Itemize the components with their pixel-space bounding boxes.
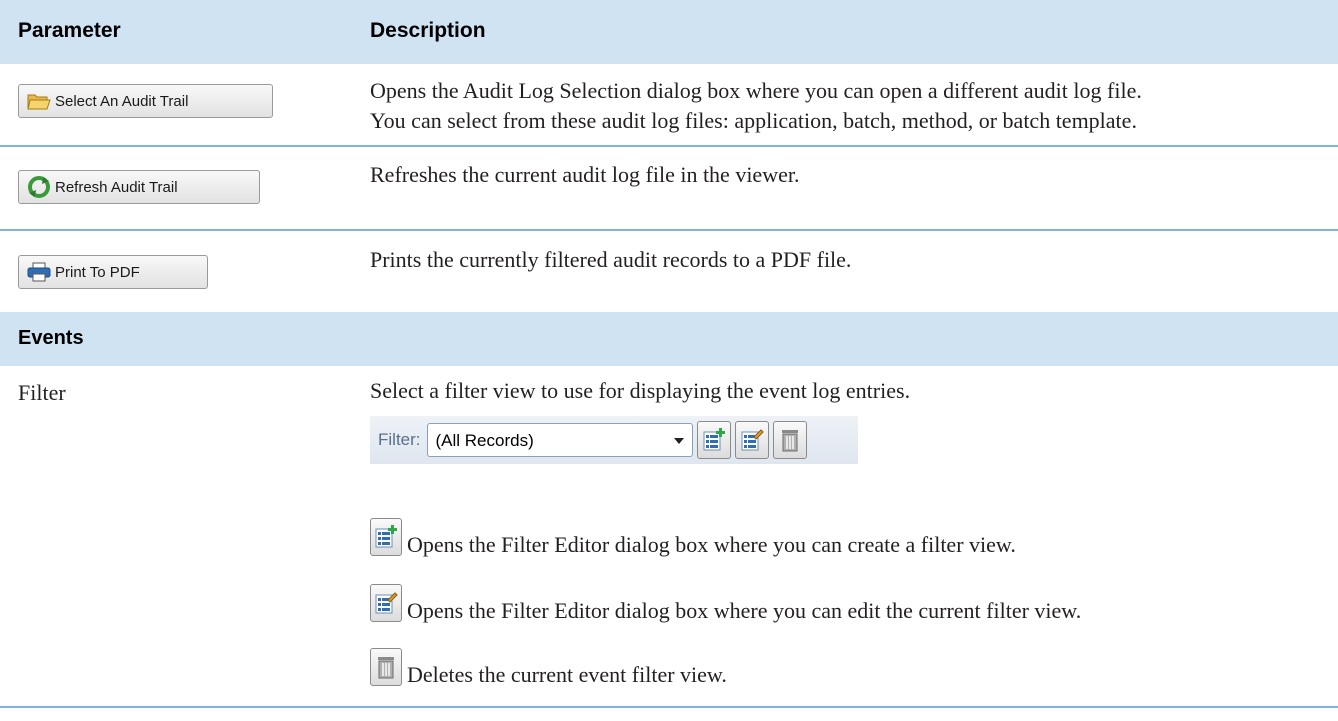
refresh-icon bbox=[28, 176, 50, 198]
button-label: Print To PDF bbox=[55, 263, 140, 281]
new-filter-button[interactable] bbox=[696, 421, 731, 459]
delete-filter-button[interactable] bbox=[772, 421, 807, 459]
print-to-pdf-button[interactable]: Print To PDF bbox=[18, 255, 208, 289]
row-divider bbox=[0, 145, 1338, 147]
delete-filter-icon bbox=[781, 430, 798, 452]
description-cell: Opens the Audit Log Selection dialog box… bbox=[370, 76, 1142, 136]
refresh-audit-trail-button[interactable]: Refresh Audit Trail bbox=[18, 170, 260, 204]
filter-label: Filter: bbox=[378, 430, 421, 449]
filter-select[interactable]: (All Records) bbox=[426, 423, 693, 457]
edit-filter-icon bbox=[370, 584, 402, 622]
new-filter-icon bbox=[370, 518, 402, 556]
filter-toolbar: Filter: (All Records) bbox=[370, 416, 858, 464]
filter-select-value: (All Records) bbox=[435, 431, 534, 450]
delete-filter-icon bbox=[370, 648, 402, 686]
description-line: Refreshes the current audit log file in … bbox=[370, 162, 800, 187]
header-description: Description bbox=[370, 19, 486, 42]
icon-description: Opens the Filter Editor dialog box where… bbox=[407, 532, 1016, 557]
row-divider bbox=[0, 229, 1338, 231]
chevron-down-icon bbox=[673, 438, 684, 444]
folder-open-icon bbox=[27, 94, 51, 110]
filter-description: Select a filter view to use for displayi… bbox=[370, 378, 911, 403]
filter-parameter: Filter bbox=[18, 380, 66, 405]
new-filter-icon bbox=[703, 428, 725, 451]
section-title: Events bbox=[18, 327, 84, 349]
description-cell: Prints the currently filtered audit reco… bbox=[370, 245, 851, 275]
description-line: Prints the currently filtered audit reco… bbox=[370, 247, 852, 272]
button-label: Refresh Audit Trail bbox=[55, 178, 178, 196]
table-bottom-rule bbox=[0, 706, 1338, 708]
button-label: Select An Audit Trail bbox=[55, 92, 189, 110]
edit-filter-button[interactable] bbox=[734, 421, 769, 459]
printer-icon bbox=[27, 262, 51, 282]
table-header: Parameter Description bbox=[0, 0, 1338, 64]
header-parameter: Parameter bbox=[18, 19, 121, 42]
select-audit-trail-button[interactable]: Select An Audit Trail bbox=[18, 84, 273, 118]
description-line: You can select from these audit log file… bbox=[370, 108, 1137, 133]
description-cell: Refreshes the current audit log file in … bbox=[370, 160, 799, 190]
events-section-header: Events bbox=[0, 312, 1338, 366]
icon-description: Opens the Filter Editor dialog box where… bbox=[407, 598, 1082, 623]
icon-description: Deletes the current event filter view. bbox=[407, 662, 727, 687]
edit-filter-icon bbox=[741, 429, 764, 451]
description-line: Opens the Audit Log Selection dialog box… bbox=[370, 78, 1142, 103]
